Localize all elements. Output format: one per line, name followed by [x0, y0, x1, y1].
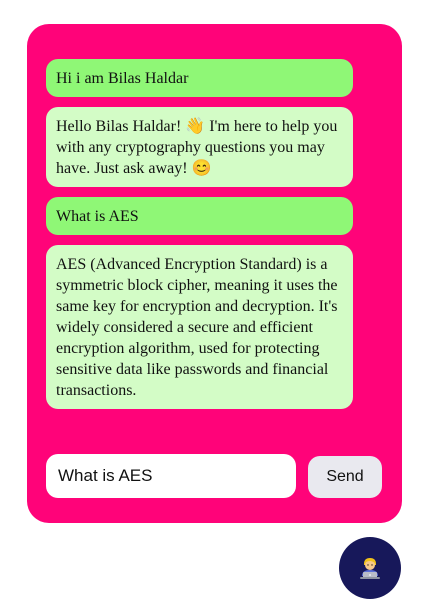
- message-input[interactable]: [46, 454, 296, 498]
- message-list: Hi i am Bilas Haldar Hello Bilas Haldar!…: [46, 59, 353, 409]
- bot-message: Hello Bilas Haldar! 👋 I'm here to help y…: [46, 107, 353, 187]
- user-message: What is AES: [46, 197, 353, 235]
- technologist-avatar-icon: [360, 558, 380, 579]
- composer: Send: [46, 454, 383, 498]
- chat-panel: Hi i am Bilas Haldar Hello Bilas Haldar!…: [27, 24, 402, 523]
- bot-message: AES (Advanced Encryption Standard) is a …: [46, 245, 353, 409]
- user-message: Hi i am Bilas Haldar: [46, 59, 353, 97]
- chat-launcher-button[interactable]: [339, 537, 401, 599]
- send-button[interactable]: Send: [308, 456, 382, 498]
